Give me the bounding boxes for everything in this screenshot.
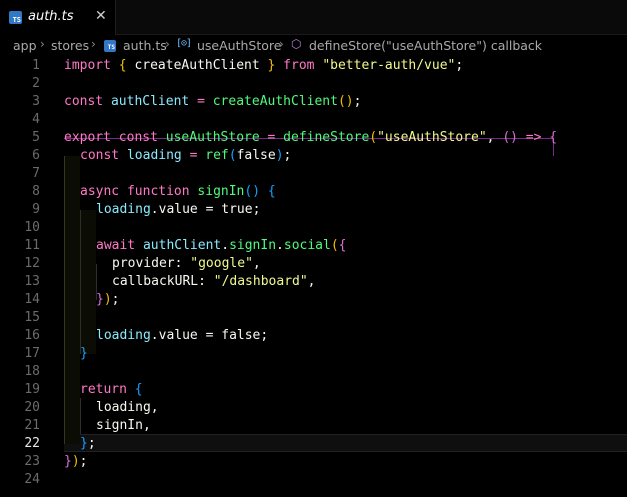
code-line-1: import { createAuthClient } from "better…: [64, 58, 464, 73]
typescript-file-icon: TS: [104, 40, 116, 52]
code-editor[interactable]: 1 2 3 4 5 6 7 8 9 10 11 12 13 14 15 16 1…: [0, 57, 627, 497]
line-number: 17: [24, 346, 40, 361]
tab-label: auth.ts: [28, 9, 74, 24]
code-line-21: signIn,: [96, 418, 151, 433]
line-number: 14: [24, 292, 40, 307]
breadcrumb-item-file[interactable]: auth.ts: [123, 38, 167, 53]
indent-guide: [80, 398, 81, 434]
tab-bar: TS auth.ts ✕: [0, 0, 627, 35]
indent-guide: [80, 210, 81, 354]
code-line-19: return {: [80, 382, 143, 397]
chevron-right-icon: ›: [279, 37, 284, 51]
line-number: 21: [24, 418, 40, 433]
close-icon[interactable]: ✕: [95, 8, 107, 24]
line-number: 8: [32, 184, 40, 199]
line-number: 18: [24, 364, 40, 379]
indent-shading: [64, 156, 80, 444]
code-line-14: });: [96, 292, 120, 307]
line-number: 15: [24, 310, 40, 325]
breadcrumb-item-symbol[interactable]: useAuthStore: [197, 38, 281, 53]
code-line-6: const loading = ref(false);: [80, 148, 292, 163]
line-number: 6: [32, 148, 40, 163]
breadcrumb: app › stores › TS auth.ts › [⊙] useAuthS…: [0, 35, 627, 57]
breadcrumb-item-stores[interactable]: stores: [51, 38, 89, 53]
line-number: 11: [24, 238, 40, 253]
code-line-3: const authClient = createAuthClient();: [64, 94, 362, 109]
line-number: 24: [24, 472, 40, 487]
line-number: 23: [24, 454, 40, 469]
tab-auth-ts[interactable]: TS auth.ts ✕: [0, 0, 116, 35]
line-number: 1: [32, 58, 40, 73]
line-number: 20: [24, 400, 40, 415]
code-line-22: };: [80, 436, 96, 451]
code-line-12: provider: "google",: [112, 256, 261, 271]
indent-guide: [64, 156, 65, 444]
line-number: 9: [32, 202, 40, 217]
breadcrumb-item-callback[interactable]: defineStore("useAuthStore") callback: [309, 38, 542, 53]
indent-shading: [80, 210, 96, 354]
code-line-23: });: [64, 454, 88, 469]
method-cube-icon: ⬡: [291, 37, 302, 51]
code-line-13: callbackURL: "/dashboard",: [112, 274, 316, 289]
code-line-11: await authClient.signIn.social({: [96, 238, 347, 253]
chevron-right-icon: ›: [91, 37, 96, 51]
line-number: 10: [24, 220, 40, 235]
chevron-right-icon: ›: [40, 37, 45, 51]
typescript-file-icon: TS: [9, 11, 22, 24]
line-number: 3: [32, 94, 40, 109]
code-line-8: async function signIn() {: [80, 184, 276, 199]
breadcrumb-item-app[interactable]: app: [13, 38, 37, 53]
line-number: 5: [32, 130, 40, 145]
code-line-20: loading,: [96, 400, 159, 415]
chevron-right-icon: ›: [165, 37, 170, 51]
line-number-active: 22: [24, 436, 40, 451]
code-line-9: loading.value = true;: [96, 202, 261, 217]
line-number: 7: [32, 166, 40, 181]
line-number: 12: [24, 256, 40, 271]
line-number: 13: [24, 274, 40, 289]
line-number: 19: [24, 382, 40, 397]
current-line-highlight: [64, 434, 627, 452]
line-number: 16: [24, 328, 40, 343]
line-number: 4: [32, 112, 40, 127]
code-line-17: }: [80, 346, 88, 361]
line-number: 2: [32, 76, 40, 91]
variable-symbol-icon: [⊙]: [176, 38, 192, 49]
code-line-5: export const useAuthStore = defineStore(…: [64, 130, 558, 145]
code-line-16: loading.value = false;: [96, 328, 269, 343]
